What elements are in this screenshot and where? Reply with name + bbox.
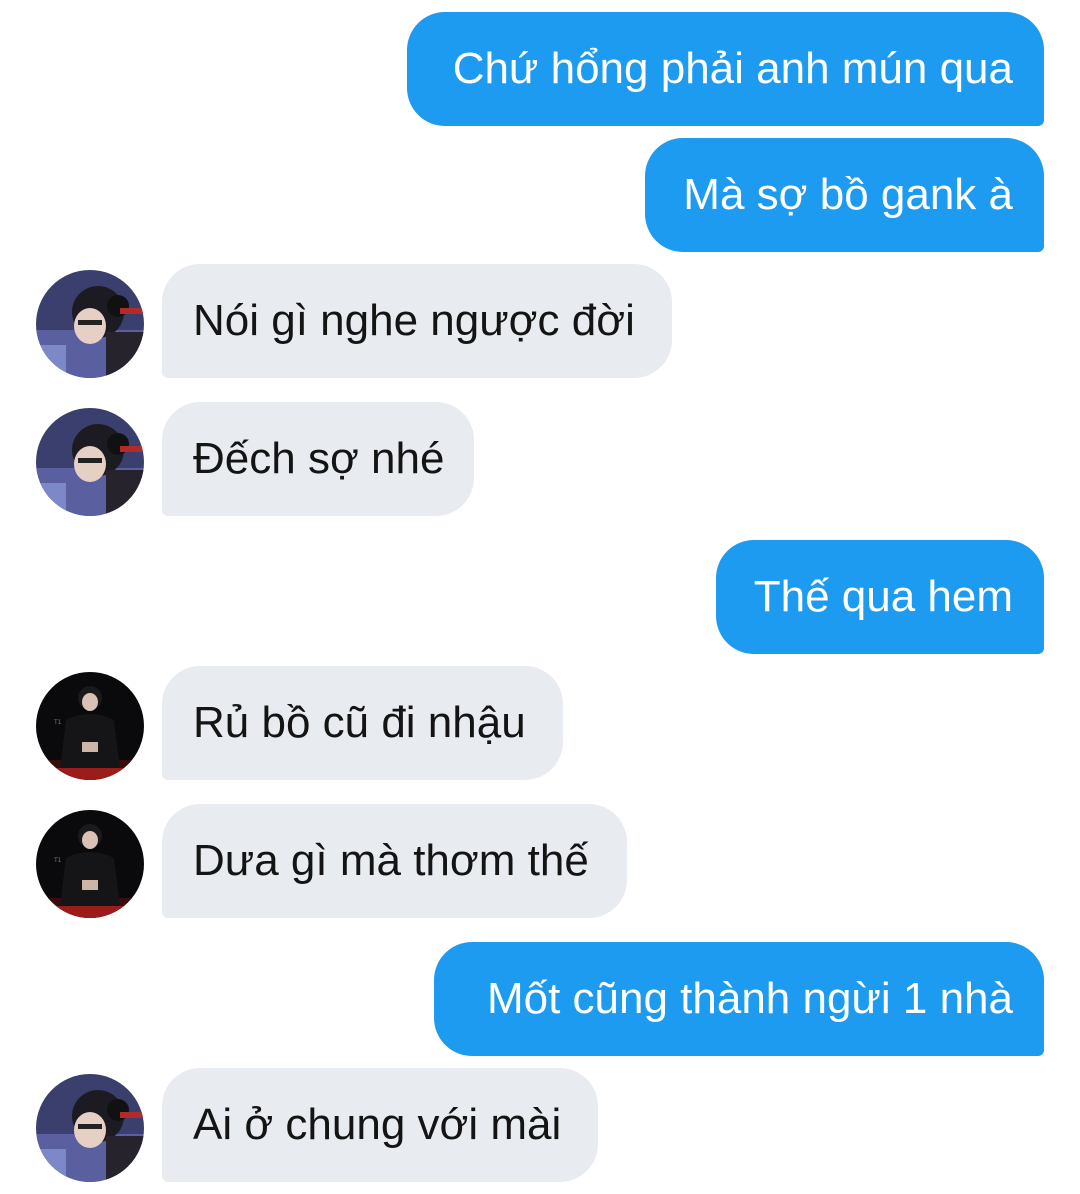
- chat-thread[interactable]: Chứ hổng phải anh mún qua Mà sợ bồ gank …: [0, 0, 1080, 1194]
- message-text: Chứ hổng phải anh mún qua: [452, 44, 1013, 93]
- message-text: Nói gì nghe ngược đời: [193, 296, 635, 345]
- message-text: Đếch sợ nhé: [193, 434, 445, 483]
- received-message-bubble[interactable]: Đếch sợ nhé: [162, 402, 474, 516]
- message-text: Rủ bồ cũ đi nhậu: [193, 698, 526, 747]
- contact-avatar-headset[interactable]: [36, 408, 144, 516]
- message-text: Dưa gì mà thơm thế: [193, 836, 589, 885]
- received-message-bubble[interactable]: Dưa gì mà thơm thế: [162, 804, 627, 918]
- avatar-jacket-image: T1: [36, 672, 144, 780]
- sent-message-bubble[interactable]: Mà sợ bồ gank à: [645, 138, 1044, 252]
- message-text: Mốt cũng thành ngừi 1 nhà: [486, 974, 1013, 1023]
- sent-message-bubble[interactable]: Chứ hổng phải anh mún qua: [407, 12, 1044, 126]
- contact-avatar-headset[interactable]: [36, 1074, 144, 1182]
- avatar-headset-image: [36, 1074, 144, 1182]
- svg-text:T1: T1: [53, 719, 62, 726]
- sent-message-bubble[interactable]: Mốt cũng thành ngừi 1 nhà: [434, 942, 1044, 1056]
- sent-message-bubble[interactable]: Thế qua hem: [716, 540, 1044, 654]
- contact-avatar-jacket[interactable]: T1: [36, 672, 144, 780]
- svg-text:T1: T1: [53, 857, 62, 864]
- received-message-bubble[interactable]: Ai ở chung với mài: [162, 1068, 598, 1182]
- message-text: Mà sợ bồ gank à: [683, 170, 1013, 219]
- avatar-headset-image: [36, 408, 144, 516]
- message-text: Thế qua hem: [753, 572, 1013, 621]
- avatar-headset-image: [36, 270, 144, 378]
- message-text: Ai ở chung với mài: [193, 1100, 562, 1149]
- avatar-jacket-image: T1: [36, 810, 144, 918]
- received-message-bubble[interactable]: Rủ bồ cũ đi nhậu: [162, 666, 563, 780]
- contact-avatar-headset[interactable]: [36, 270, 144, 378]
- received-message-bubble[interactable]: Nói gì nghe ngược đời: [162, 264, 672, 378]
- contact-avatar-jacket[interactable]: T1: [36, 810, 144, 918]
